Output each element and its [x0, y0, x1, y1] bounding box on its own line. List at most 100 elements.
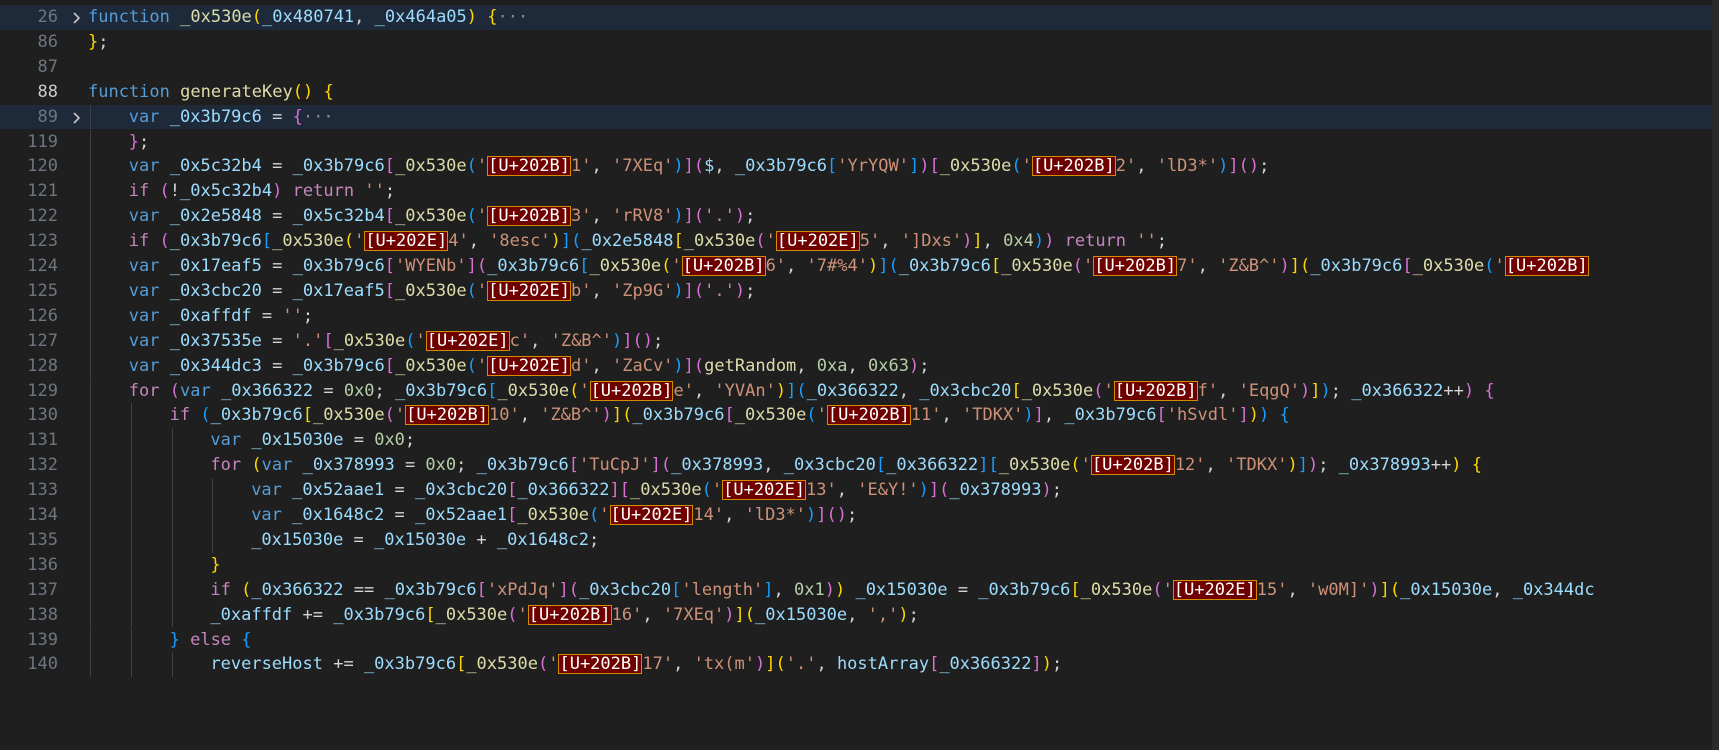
code-token: _0x5c32b4 — [180, 181, 273, 202]
code-token: ( — [1072, 256, 1083, 276]
code-token: [ — [476, 579, 487, 600]
code-token: ; — [745, 206, 756, 227]
code-token: var — [128, 156, 160, 177]
indent-guide — [130, 478, 132, 503]
code-line[interactable]: 129 for (var _0x366322 = 0x0; _0x3b79c6[_… — [0, 378, 1712, 404]
code-line[interactable]: 135 _0x15030e = _0x15030e + _0x1648c2; — [0, 527, 1712, 553]
code-token: , — [1136, 156, 1157, 177]
line-number: 123 — [27, 231, 58, 252]
code-line[interactable]: 87 — [0, 55, 1712, 80]
code-token: ' — [711, 480, 723, 501]
code-token: ; — [847, 505, 858, 525]
code-token: ( — [405, 330, 416, 351]
code-token: ' — [1082, 256, 1094, 276]
code-token: var — [128, 256, 160, 276]
chevron-right-icon[interactable] — [70, 5, 86, 32]
code-token: ] — [878, 256, 889, 276]
code-token: ] — [978, 455, 989, 476]
indent-guide — [130, 602, 132, 628]
control-char-marker: [U+202B] — [1031, 156, 1116, 177]
code-token: _0x3b79c6 — [1064, 405, 1157, 426]
code-token: _0x366322 — [939, 654, 1032, 675]
code-token: { — [323, 81, 334, 102]
code-line[interactable]: 127 var _0x37535e = '.'[_0x530e('[U+202E]… — [0, 328, 1712, 354]
code-token: = — [261, 256, 293, 276]
code-token: ; — [653, 330, 664, 351]
code-line[interactable]: 133 var _0x52aae1 = _0x3cbc20[_0x366322][… — [0, 478, 1712, 503]
indent-guide — [171, 527, 173, 553]
code-token: ··· — [497, 7, 529, 27]
line-number: 137 — [27, 579, 58, 600]
code-token: 0x0 — [343, 380, 375, 401]
control-char-marker: [U+202B] — [527, 604, 612, 625]
code-token: = — [947, 579, 979, 600]
code-token: [ — [425, 604, 436, 625]
code-token: ( — [622, 405, 633, 426]
code-line[interactable]: 132 for (var _0x378993 = 0x0; _0x3b79c6['… — [0, 453, 1712, 479]
code-token: ' — [394, 405, 406, 426]
chevron-right-icon[interactable] — [70, 105, 86, 132]
code-token: ( — [939, 480, 950, 501]
code-line[interactable]: 120 var _0x5c32b4 = _0x3b79c6[_0x530e('[U… — [0, 154, 1712, 180]
code-token: _0x530e — [998, 455, 1071, 476]
code-token: ( — [755, 231, 766, 252]
indent-guide — [212, 503, 214, 528]
code-token: '7#%4' — [806, 256, 868, 276]
code-line[interactable]: 137 if (_0x366322 == _0x3b79c6['xPdJq'](_… — [0, 577, 1712, 603]
code-token: , — [880, 231, 901, 252]
code-line[interactable]: 131 var _0x15030e = 0x0; — [0, 428, 1712, 454]
code-token: var — [251, 505, 282, 525]
code-token: _0x17eaf5 — [169, 256, 262, 276]
code-token: generateKey — [180, 81, 293, 102]
code-line[interactable]: 121 if (!_0x5c32b4) return ''; — [0, 179, 1712, 205]
code-line[interactable]: 136} — [0, 552, 1712, 578]
code-editor[interactable]: 26 function _0x530e(_0x480741, _0x464a05)… — [0, 0, 1719, 750]
code-token: ( — [159, 231, 170, 252]
code-token: '.' — [292, 330, 324, 351]
indent-guide — [90, 229, 91, 254]
code-line[interactable]: 134 var _0x1648c2 = _0x52aae1[_0x530e('[U… — [0, 503, 1712, 528]
code-line[interactable]: 140 reverseHost += _0x3b79c6[_0x530e('[U+… — [0, 652, 1712, 678]
code-line[interactable]: 130 if (_0x3b79c6[_0x530e('[U+202B]10', '… — [0, 403, 1712, 429]
code-token: ; — [98, 31, 109, 52]
code-token: , — [847, 355, 868, 376]
code-token: ' — [476, 280, 488, 301]
vertical-scrollbar[interactable] — [1712, 0, 1719, 750]
code-token: _0x3b79c6 — [395, 380, 488, 401]
code-line[interactable]: 119}; — [0, 129, 1712, 155]
code-token: ( — [466, 156, 477, 177]
code-token: 'hSvdl' — [1166, 405, 1239, 426]
code-line[interactable]: 89 var _0x3b79c6 = {··· — [0, 104, 1712, 132]
code-line[interactable]: 139} else { — [0, 627, 1712, 653]
code-token: 0x0 — [374, 430, 405, 451]
code-token: var — [261, 455, 293, 476]
code-line[interactable]: 125 var _0x3cbc20 = _0x17eaf5[_0x530e('[U… — [0, 278, 1712, 304]
code-line[interactable]: 88 function generateKey() { — [0, 80, 1712, 105]
code-token: ) — [724, 604, 735, 625]
code-token: , — [530, 330, 551, 351]
indent-guide — [90, 353, 91, 379]
indent-guide — [90, 303, 91, 329]
code-line[interactable]: 128 var _0x344dc3 = _0x3b79c6[_0x530e('[U… — [0, 353, 1712, 379]
line-number: 134 — [27, 505, 58, 525]
code-line[interactable]: 26 function _0x530e(_0x480741, _0x464a05)… — [0, 5, 1712, 30]
code-line[interactable]: 123 if (_0x3b79c6[_0x530e('[U+202E]4', '8… — [0, 229, 1712, 254]
line-number: 139 — [27, 629, 58, 650]
code-line[interactable]: 86}; — [0, 30, 1712, 55]
code-line[interactable]: 124 var _0x17eaf5 = _0x3b79c6['WYENb'](_0… — [0, 254, 1712, 279]
code-line[interactable]: 126 var _0xaffdf = ''; — [0, 303, 1712, 329]
code-token: ] — [786, 380, 797, 401]
code-line[interactable]: 138 _0xaffdf += _0x3b79c6[_0x530e('[U+202… — [0, 602, 1712, 628]
code-token: 13' — [806, 480, 837, 501]
code-token: ] — [1228, 156, 1239, 177]
code-line[interactable]: 122 var _0x2e5848 = _0x5c32b4[_0x530e('[U… — [0, 204, 1712, 230]
line-number: 127 — [27, 330, 58, 351]
code-token: ( — [159, 181, 170, 202]
code-token: 'Z&B^' — [550, 330, 613, 351]
